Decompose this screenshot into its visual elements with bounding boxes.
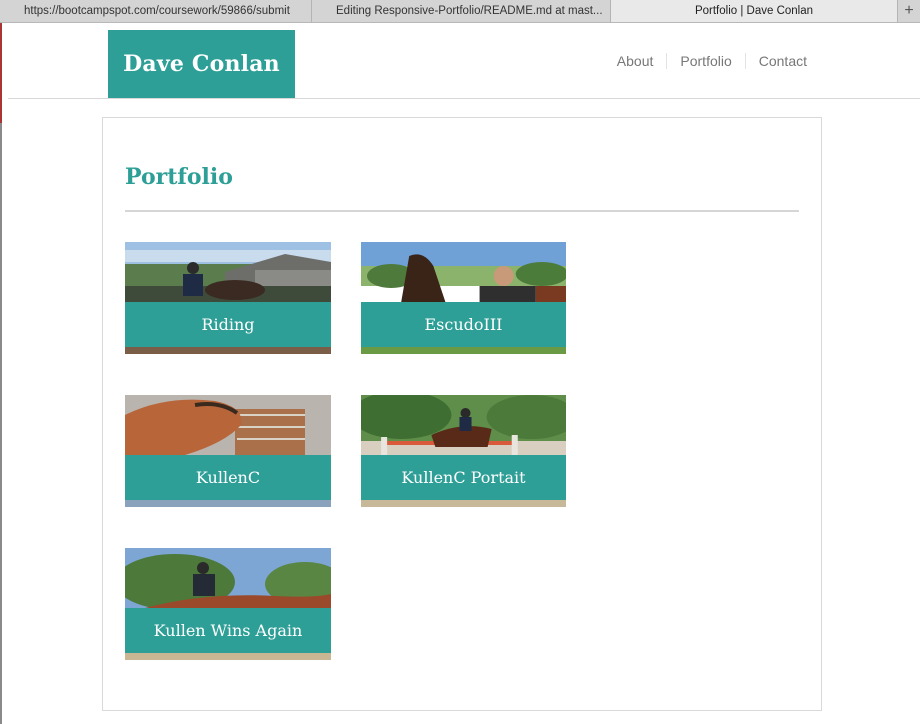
portfolio-card-kullenc-portait[interactable]: KullenC Portait [361,395,566,507]
browser-tab-github-readme[interactable]: Editing Responsive-Portfolio/README.md a… [312,0,611,22]
portfolio-card-escudoiii[interactable]: EscudoIII [361,242,566,354]
card-label: KullenC [195,468,261,487]
new-tab-button[interactable]: + [898,0,920,22]
portfolio-panel: Portfolio Riding EscudoIII KullenC Kulle… [102,117,822,711]
card-label: EscudoIII [424,315,503,334]
browser-tab-portfolio-active[interactable]: Portfolio | Dave Conlan [611,0,898,22]
header-divider [8,98,920,99]
card-caption-band: Riding [125,302,331,347]
card-label: Kullen Wins Again [153,621,303,640]
nav-link-about[interactable]: About [604,53,667,69]
site-nav: About Portfolio Contact [604,52,820,70]
browser-tab-bootcampspot[interactable]: https://bootcampspot.com/coursework/5986… [0,0,312,22]
site-logo-text: Dave Conlan [123,51,280,77]
tab-label: Portfolio | Dave Conlan [694,5,814,17]
tab-label: https://bootcampspot.com/coursework/5986… [24,5,290,17]
card-caption-band: Kullen Wins Again [125,608,331,653]
card-caption-band: EscudoIII [361,302,566,347]
window-edge-accent [0,23,2,123]
nav-link-portfolio[interactable]: Portfolio [666,53,744,69]
site-logo[interactable]: Dave Conlan [108,30,295,98]
card-label: KullenC Portait [401,468,526,487]
card-caption-band: KullenC Portait [361,455,566,500]
nav-link-contact[interactable]: Contact [744,53,820,69]
browser-tab-strip: https://bootcampspot.com/coursework/5986… [0,0,920,23]
page-title: Portfolio [125,164,233,190]
tab-label: Editing Responsive-Portfolio/README.md a… [336,5,603,17]
portfolio-card-riding[interactable]: Riding [125,242,331,354]
card-label: Riding [201,315,255,334]
portfolio-card-kullenc[interactable]: KullenC [125,395,331,507]
card-caption-band: KullenC [125,455,331,500]
title-divider [125,210,799,212]
window-edge [0,23,2,724]
plus-icon: + [904,2,914,19]
portfolio-card-kullen-wins-again[interactable]: Kullen Wins Again [125,548,331,660]
